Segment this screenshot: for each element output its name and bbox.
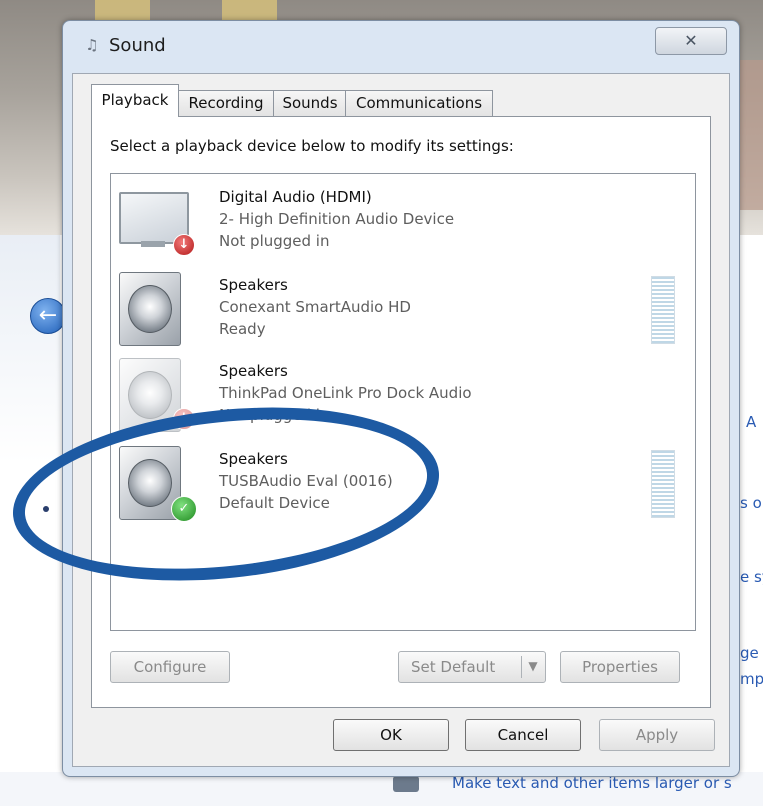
device-item[interactable]: ↓ Speakers ThinkPad OneLink Pro Dock Aud… bbox=[111, 352, 695, 436]
sound-dialog: ♫ Sound ✕ Playback Recording Sounds Comm… bbox=[62, 20, 740, 777]
control-panel-link-fragment[interactable]: mpu bbox=[740, 670, 763, 688]
window-title: Sound bbox=[109, 35, 166, 56]
configure-button[interactable]: Configure bbox=[110, 651, 230, 683]
device-description: 2- High Definition Audio Device bbox=[219, 210, 455, 228]
display-icon bbox=[393, 776, 419, 792]
title-bar[interactable]: ♫ Sound ✕ bbox=[63, 21, 739, 69]
speaker-icon bbox=[119, 272, 187, 346]
control-panel-link-fragment[interactable]: e sy bbox=[740, 568, 763, 586]
close-button[interactable]: ✕ bbox=[655, 27, 727, 55]
cancel-button[interactable]: Cancel bbox=[465, 719, 581, 751]
speaker-icon: ↓ bbox=[119, 358, 195, 432]
tab-communications[interactable]: Communications bbox=[345, 90, 493, 116]
back-arrow-icon[interactable]: ← bbox=[30, 298, 66, 334]
split-separator bbox=[521, 656, 522, 678]
volume-meter bbox=[651, 450, 675, 518]
tab-playback[interactable]: Playback bbox=[91, 84, 179, 117]
control-panel-link-fragment[interactable]: A bbox=[746, 413, 756, 431]
device-name: Speakers bbox=[219, 450, 288, 468]
control-panel-link-fragment[interactable]: ge bbox=[740, 644, 759, 662]
sound-speaker-icon: ♫ bbox=[85, 36, 99, 54]
ok-button[interactable]: OK bbox=[333, 719, 449, 751]
device-description: TUSBAudio Eval (0016) bbox=[219, 472, 393, 490]
playback-tab-panel: Select a playback device below to modify… bbox=[91, 116, 711, 708]
unplugged-icon: ↓ bbox=[173, 408, 195, 430]
device-item[interactable]: Speakers Conexant SmartAudio HD Ready bbox=[111, 266, 695, 350]
speaker-icon: ✓ bbox=[119, 446, 197, 522]
check-icon: ✓ bbox=[171, 496, 197, 522]
apply-button[interactable]: Apply bbox=[599, 719, 715, 751]
device-status: Not plugged in bbox=[219, 406, 330, 424]
device-item-default[interactable]: ✓ Speakers TUSBAudio Eval (0016) Default… bbox=[111, 440, 695, 524]
monitor-icon: ↓ bbox=[119, 184, 195, 258]
device-description: Conexant SmartAudio HD bbox=[219, 298, 411, 316]
set-default-label[interactable]: Set Default bbox=[399, 658, 495, 676]
device-description: ThinkPad OneLink Pro Dock Audio bbox=[219, 384, 472, 402]
device-status: Default Device bbox=[219, 494, 330, 512]
dialog-client-area: Playback Recording Sounds Communications… bbox=[72, 73, 730, 767]
set-default-split-button[interactable]: Set Default ▼ bbox=[398, 651, 546, 683]
playback-device-list[interactable]: ↓ Digital Audio (HDMI) 2- High Definitio… bbox=[110, 173, 696, 631]
instruction-text: Select a playback device below to modify… bbox=[110, 137, 514, 155]
device-name: Speakers bbox=[219, 276, 288, 294]
bullet-icon bbox=[43, 506, 49, 512]
chevron-down-icon[interactable]: ▼ bbox=[523, 652, 543, 682]
device-status: Not plugged in bbox=[219, 232, 330, 250]
device-status: Ready bbox=[219, 320, 266, 338]
device-name: Speakers bbox=[219, 362, 288, 380]
control-panel-link-fragment[interactable]: s or bbox=[740, 494, 763, 512]
device-item[interactable]: ↓ Digital Audio (HDMI) 2- High Definitio… bbox=[111, 178, 695, 262]
volume-meter bbox=[651, 276, 675, 344]
tab-recording[interactable]: Recording bbox=[177, 90, 275, 116]
control-panel-bottom: Make text and other items larger or s bbox=[0, 772, 763, 806]
properties-button[interactable]: Properties bbox=[560, 651, 680, 683]
tab-sounds[interactable]: Sounds bbox=[273, 90, 347, 116]
unplugged-icon: ↓ bbox=[173, 234, 195, 256]
device-name: Digital Audio (HDMI) bbox=[219, 188, 372, 206]
